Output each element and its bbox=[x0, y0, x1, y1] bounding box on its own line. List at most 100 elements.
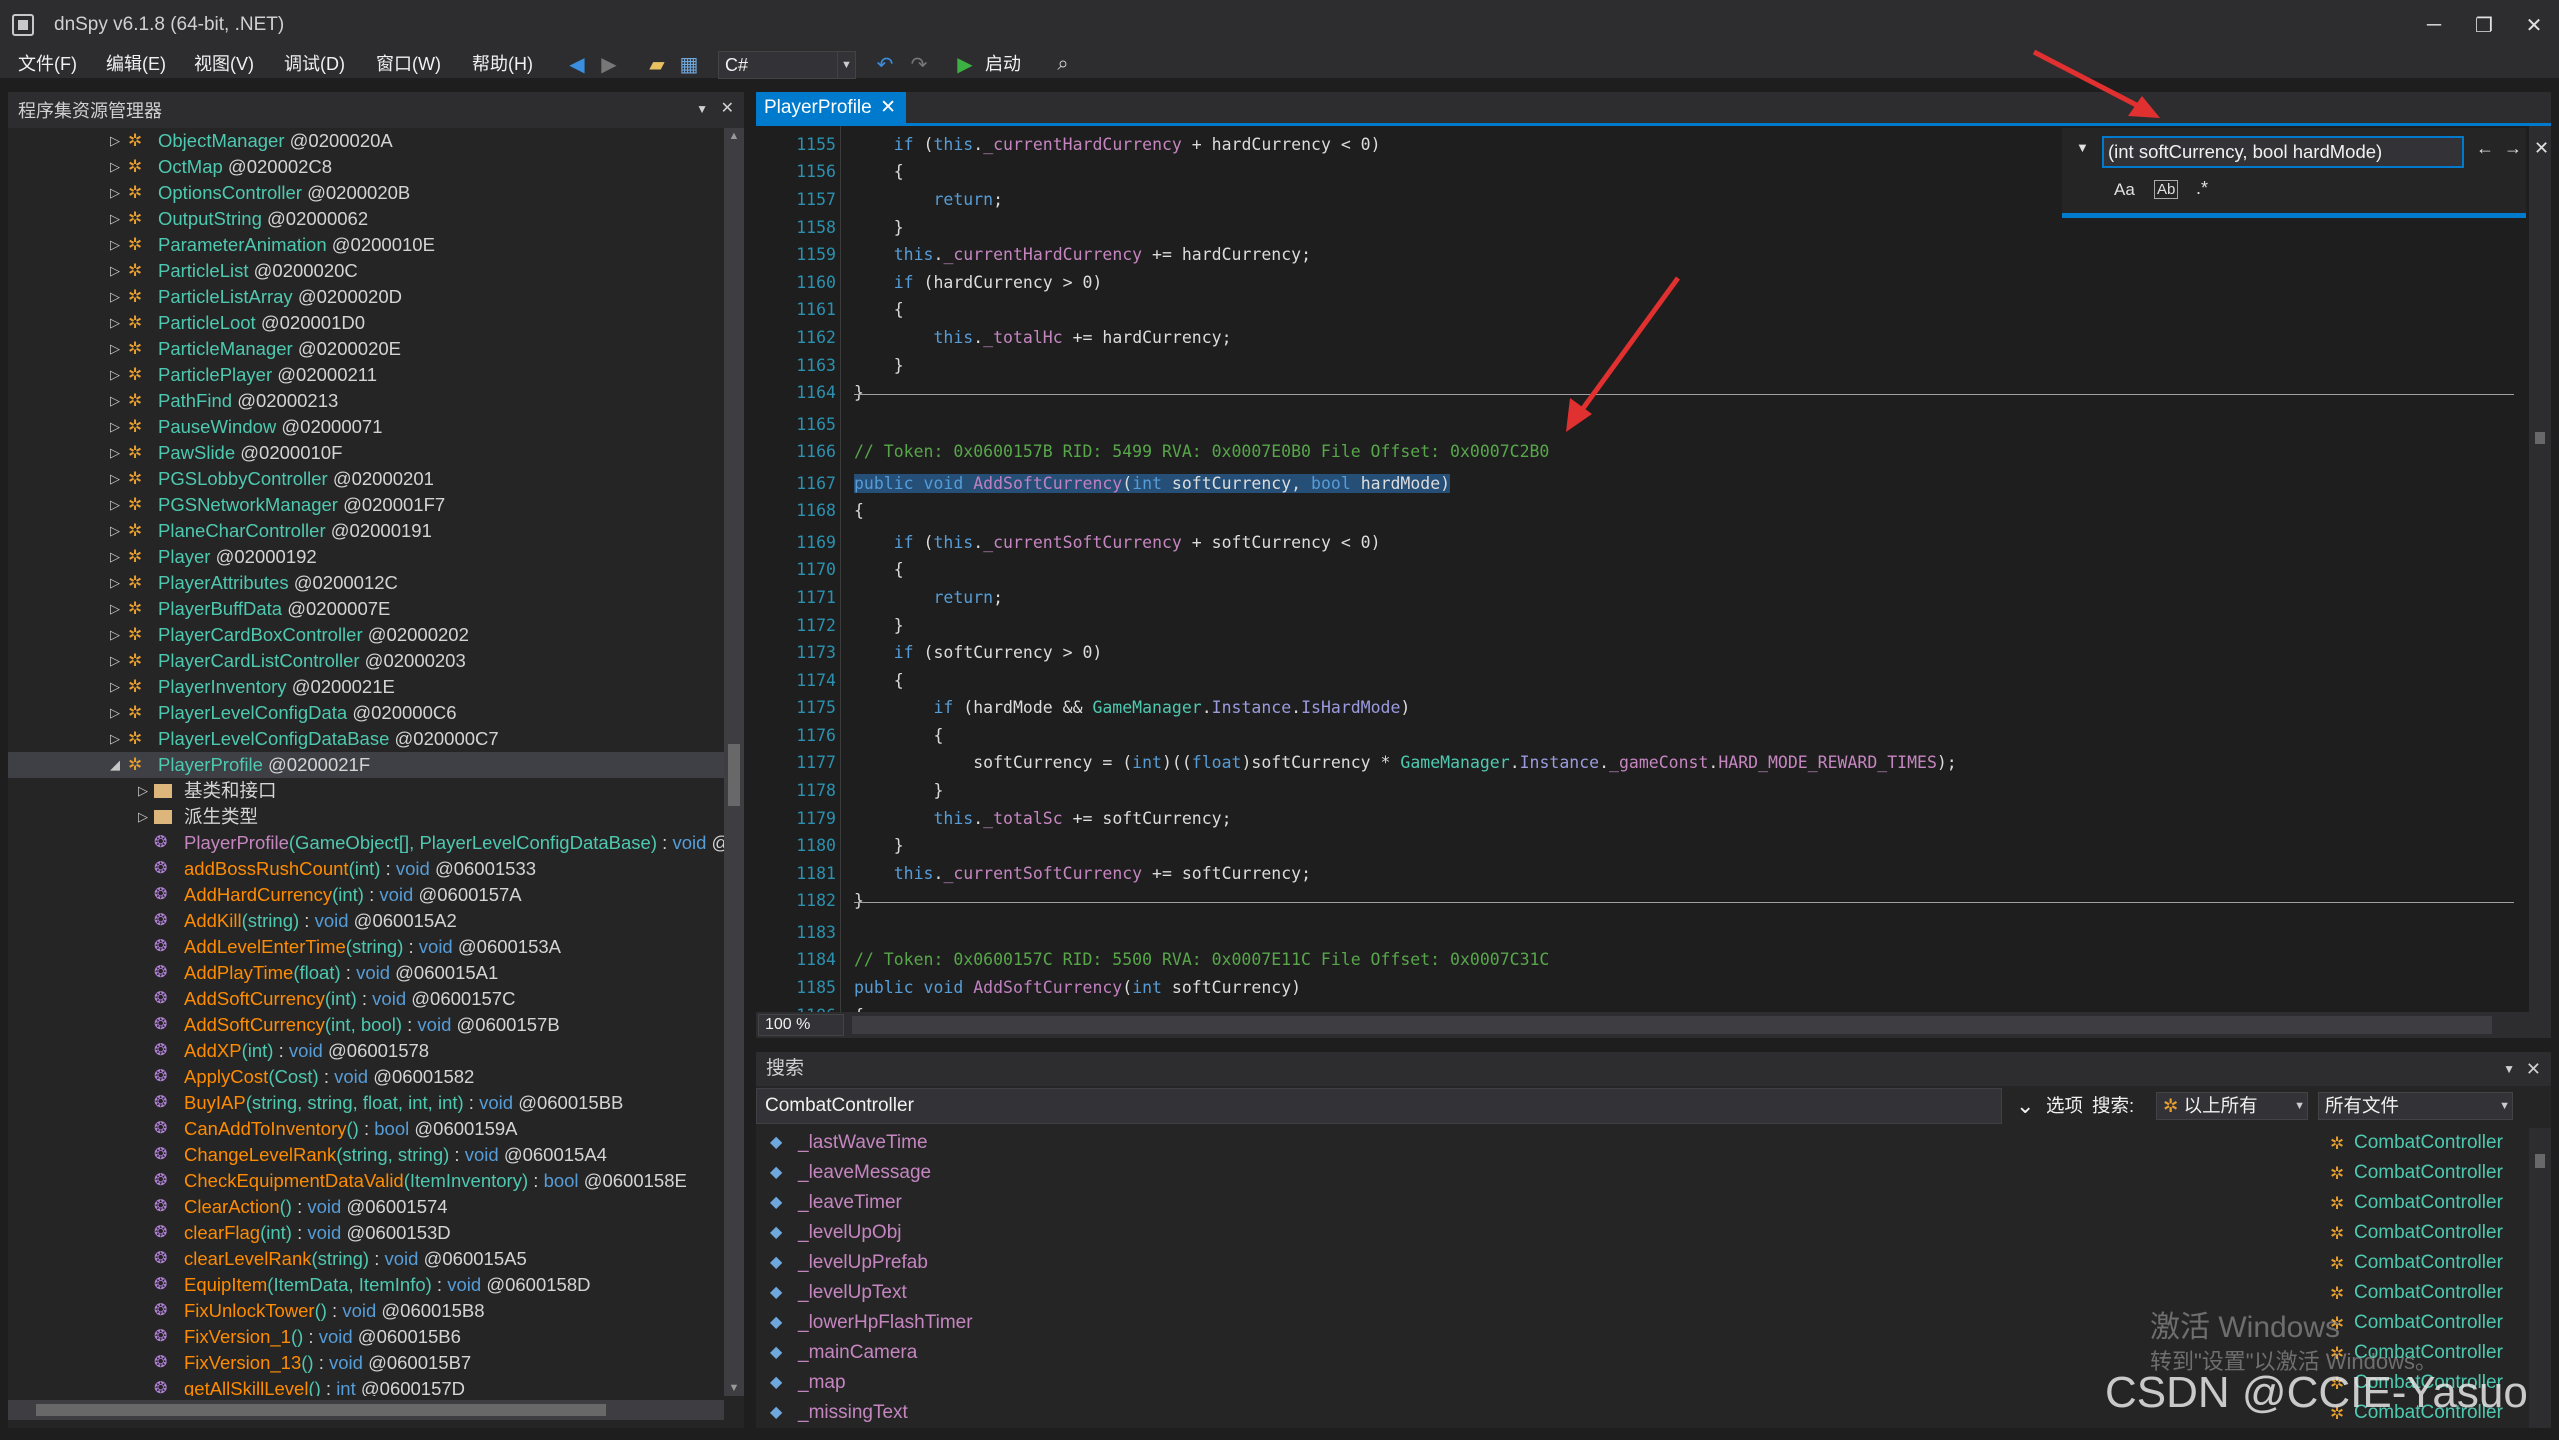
expand-icon[interactable]: ▷ bbox=[108, 310, 122, 336]
expand-icon[interactable]: ▷ bbox=[108, 362, 122, 388]
forward-icon[interactable]: ▶ bbox=[596, 52, 622, 76]
code-line[interactable]: } bbox=[854, 890, 864, 912]
tree-item-type[interactable]: ▷ ✲ PauseWindow @02000071 bbox=[8, 414, 724, 440]
code-line[interactable]: { bbox=[854, 1005, 864, 1012]
results-vertical-scrollbar[interactable] bbox=[2529, 1128, 2551, 1428]
tree-item-method[interactable]: ❂ AddHardCurrency(int) : void @0600157A bbox=[8, 882, 724, 908]
tree-item-method[interactable]: ❂ AddKill(string) : void @060015A2 bbox=[8, 908, 724, 934]
options-chevron-icon[interactable]: ⌄ bbox=[2016, 1088, 2034, 1124]
expand-icon[interactable]: ▷ bbox=[136, 804, 150, 830]
code-line[interactable]: return; bbox=[854, 587, 1003, 609]
tree-item-method[interactable]: ❂ CanAddToInventory() : bool @0600159A bbox=[8, 1116, 724, 1142]
tree-item-method[interactable]: ❂ FixVersion_13() : void @060015B7 bbox=[8, 1350, 724, 1376]
collapse-icon[interactable]: ◢ bbox=[108, 752, 122, 778]
maximize-button[interactable]: ❐ bbox=[2459, 0, 2509, 50]
tree-item-type[interactable]: ▷ ✲ OptionsController @0200020B bbox=[8, 180, 724, 206]
tree-item-type[interactable]: ▷ ✲ PGSNetworkManager @020001F7 bbox=[8, 492, 724, 518]
panel-close-icon[interactable]: ✕ bbox=[2526, 1052, 2541, 1086]
tree-item-type[interactable]: ▷ ✲ PGSLobbyController @02000201 bbox=[8, 466, 724, 492]
tab-playerprofile[interactable]: PlayerProfile ✕ bbox=[756, 92, 906, 123]
expand-icon[interactable]: ▷ bbox=[108, 518, 122, 544]
scroll-down-icon[interactable]: ▼ bbox=[724, 1382, 744, 1394]
expand-icon[interactable]: ▷ bbox=[136, 778, 150, 804]
code-line[interactable]: } bbox=[854, 780, 943, 802]
tree-item-folder[interactable]: ▷ 派生类型 bbox=[8, 804, 724, 830]
tree-item-method[interactable]: ❂ AddPlayTime(float) : void @060015A1 bbox=[8, 960, 724, 986]
search-files-select[interactable]: 所有文件 ▼ bbox=[2318, 1092, 2513, 1120]
search-input[interactable]: CombatController bbox=[756, 1088, 2002, 1124]
expand-icon[interactable]: ▷ bbox=[108, 596, 122, 622]
scroll-thumb[interactable] bbox=[728, 744, 740, 806]
expand-icon[interactable]: ▷ bbox=[108, 492, 122, 518]
tree-item-type[interactable]: ▷ ✲ PlayerLevelConfigData @020000C6 bbox=[8, 700, 724, 726]
search-icon[interactable]: ⌕ bbox=[1050, 52, 1076, 76]
scroll-thumb[interactable] bbox=[2535, 432, 2545, 444]
code-line[interactable]: } bbox=[854, 355, 904, 377]
tree-item-type[interactable]: ◢ ✲ PlayerProfile @0200021F bbox=[8, 752, 724, 778]
expand-icon[interactable]: ▷ bbox=[108, 570, 122, 596]
menu-file[interactable]: 文件(F) bbox=[18, 50, 77, 78]
redo-icon[interactable]: ↷ bbox=[906, 52, 932, 76]
expand-icon[interactable]: ▷ bbox=[108, 284, 122, 310]
tree-item-type[interactable]: ▷ ✲ PlayerAttributes @0200012C bbox=[8, 570, 724, 596]
tree-item-method[interactable]: ❂ FixUnlockTower() : void @060015B8 bbox=[8, 1298, 724, 1324]
tree-item-method[interactable]: ❂ PlayerProfile(GameObject[], PlayerLevel… bbox=[8, 830, 724, 856]
find-next-icon[interactable]: → bbox=[2504, 138, 2522, 159]
menu-view[interactable]: 视图(V) bbox=[194, 50, 254, 78]
regex-icon[interactable]: .* bbox=[2196, 178, 2208, 199]
code-line[interactable]: this._totalSc += softCurrency; bbox=[854, 808, 1231, 830]
menu-window[interactable]: 窗口(W) bbox=[376, 50, 441, 78]
tree-item-type[interactable]: ▷ ✲ OutputString @02000062 bbox=[8, 206, 724, 232]
code-line[interactable]: { bbox=[854, 500, 864, 522]
tree-item-method[interactable]: ❂ AddLevelEnterTime(string) : void @06001… bbox=[8, 934, 724, 960]
start-icon[interactable]: ▶ bbox=[952, 52, 978, 76]
expand-icon[interactable]: ▷ bbox=[108, 258, 122, 284]
tree-item-type[interactable]: ▷ ✲ PawSlide @0200010F bbox=[8, 440, 724, 466]
code-line[interactable]: { bbox=[854, 299, 904, 321]
code-line[interactable]: // Token: 0x0600157C RID: 5500 RVA: 0x00… bbox=[854, 949, 1549, 971]
open-list-icon[interactable]: ▦ bbox=[676, 52, 702, 76]
search-result-row[interactable]: ◆ _lastWaveTime ✲ CombatController bbox=[756, 1128, 2526, 1158]
code-line[interactable]: public void AddSoftCurrency(int softCurr… bbox=[854, 473, 1451, 495]
scroll-thumb[interactable] bbox=[36, 1404, 606, 1416]
tree-item-type[interactable]: ▷ ✲ PlayerCardListController @02000203 bbox=[8, 648, 724, 674]
expand-icon[interactable]: ▷ bbox=[108, 622, 122, 648]
tree-item-type[interactable]: ▷ ✲ ObjectManager @0200020A bbox=[8, 128, 724, 154]
code-line[interactable]: if (this._currentHardCurrency + hardCurr… bbox=[854, 134, 1381, 156]
panel-menu-icon[interactable]: ▼ bbox=[696, 102, 708, 116]
expand-icon[interactable]: ▷ bbox=[108, 388, 122, 414]
expand-icon[interactable]: ▷ bbox=[108, 440, 122, 466]
code-line[interactable]: if (softCurrency > 0) bbox=[854, 642, 1103, 664]
search-result-row[interactable]: ◆ _leaveMessage ✲ CombatController bbox=[756, 1158, 2526, 1188]
code-line[interactable]: } bbox=[854, 615, 904, 637]
tree-item-type[interactable]: ▷ ✲ PlayerCardBoxController @02000202 bbox=[8, 622, 724, 648]
scroll-thumb[interactable] bbox=[2535, 1154, 2545, 1168]
tree-item-method[interactable]: ❂ clearLevelRank(string) : void @060015A5 bbox=[8, 1246, 724, 1272]
expand-icon[interactable]: ▷ bbox=[108, 336, 122, 362]
zoom-select[interactable]: 100 % bbox=[758, 1014, 844, 1036]
code-line[interactable]: public void AddSoftCurrency(int softCurr… bbox=[854, 977, 1301, 999]
code-line[interactable]: if (hardMode && GameManager.Instance.IsH… bbox=[854, 697, 1410, 719]
expand-icon[interactable]: ▷ bbox=[108, 128, 122, 154]
tree-item-type[interactable]: ▷ ✲ PlayerLevelConfigDataBase @020000C7 bbox=[8, 726, 724, 752]
tree-item-method[interactable]: ❂ EquipItem(ItemData, ItemInfo) : void @0… bbox=[8, 1272, 724, 1298]
tree-item-method[interactable]: ❂ AddXP(int) : void @06001578 bbox=[8, 1038, 724, 1064]
tree-item-type[interactable]: ▷ ✲ OctMap @020002C8 bbox=[8, 154, 724, 180]
start-button[interactable]: 启动 bbox=[985, 50, 1021, 78]
code-line[interactable]: this._currentHardCurrency += hardCurrenc… bbox=[854, 244, 1311, 266]
tree-item-type[interactable]: ▷ ✲ ParticlePlayer @02000211 bbox=[8, 362, 724, 388]
expand-icon[interactable]: ▷ bbox=[108, 414, 122, 440]
code-line[interactable]: this._totalHc += hardCurrency; bbox=[854, 327, 1231, 349]
code-line[interactable]: { bbox=[854, 670, 904, 692]
code-view[interactable]: 1154 {1155 if (this._currentHardCurrency … bbox=[756, 126, 2526, 1012]
tree-item-method[interactable]: ❂ getAllSkillLevel() : int @0600157D bbox=[8, 1376, 724, 1396]
tree-item-method[interactable]: ❂ ClearAction() : void @06001574 bbox=[8, 1194, 724, 1220]
panel-close-icon[interactable]: ✕ bbox=[721, 98, 734, 118]
code-line[interactable]: } bbox=[854, 382, 864, 404]
code-line[interactable]: // Token: 0x0600157B RID: 5499 RVA: 0x00… bbox=[854, 441, 1549, 463]
code-line[interactable]: { bbox=[854, 161, 904, 183]
expand-icon[interactable]: ▷ bbox=[108, 700, 122, 726]
back-icon[interactable]: ◀ bbox=[564, 52, 590, 76]
code-line[interactable]: } bbox=[854, 835, 904, 857]
scroll-up-icon[interactable]: ▲ bbox=[724, 130, 744, 142]
